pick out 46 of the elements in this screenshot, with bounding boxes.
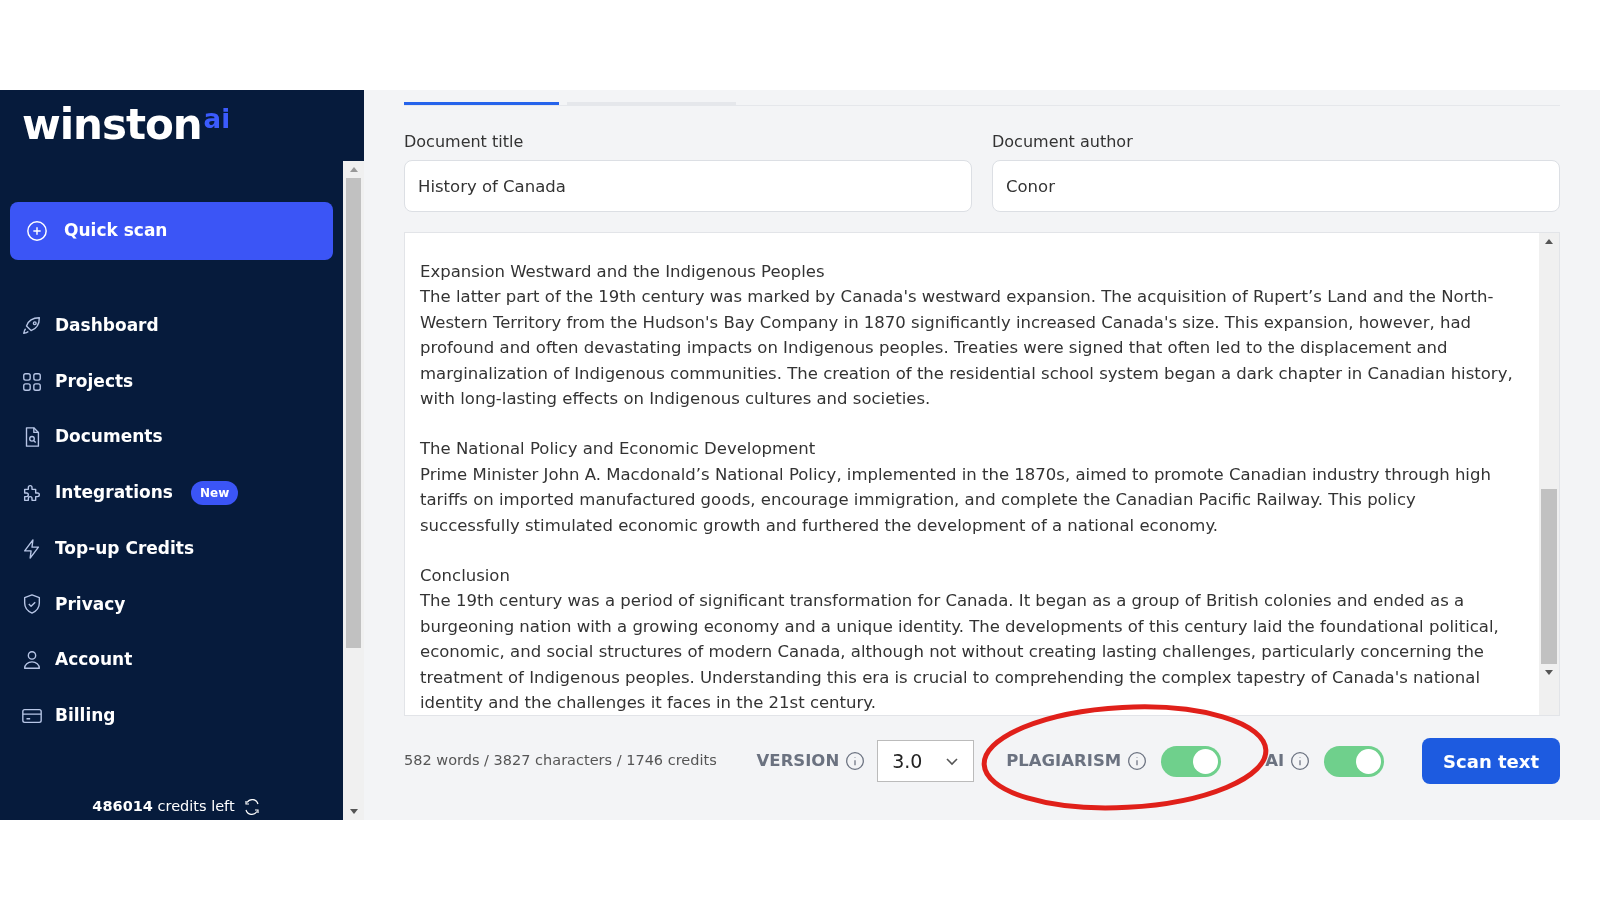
toggle-label: PLAGIARISM [1006, 749, 1122, 772]
nav-item[interactable]: Documents [0, 409, 343, 466]
toggle-label: AI [1265, 749, 1285, 772]
document-title-input[interactable]: History of Canada [404, 160, 972, 212]
nav-item[interactable]: Billing [0, 687, 343, 744]
info-icon[interactable] [1127, 751, 1148, 771]
section-paragraph: Prime Minister John A. Macdonald’s National Policy, implemented in the 1870s, aimed to promote Canadian industry through high tariffs on imported manufactured goods, encourage immigration, and complete the Canadian Pacific Railway. This policy successfully stimulated economic growth and furthered the development of a national economy. [420, 463, 1492, 537]
section-paragraph: The latter part of the 19th century was marked by Canada's westward expansion. The acquisition of Rupert’s Land and the North-Western Territory from the Hudson's Bay Company in 1870 significantly increased Canada's size. This expansion, however, had profound and often devastating impacts on Indigenous peoples. Treaties were signed that often led to the displacement and marginalization of Indigenous communities. The creation of the residential school system began a dark chapter in Canadian history, with long-lasting effects on Indigenous cultures and societies. [420, 286, 1514, 411]
version-label: VERSION [756, 749, 840, 772]
document-text-area[interactable] [404, 232, 1560, 716]
scroll-down-icon[interactable] [1545, 670, 1553, 675]
section-paragraph: The 19th century was a period of significant transformation for Canada. It began as a group of British colonies and ended as a burgeoning nation with a growing economy and a unique identity. The developments of this century laid the foundational political, economic, and social structures of modern Canada, although not without creating lasting challenges, particularly concerning the treatment of Indigenous peoples. Understanding this era is crucial to comprehending the complex tapestry of Canada's national identity and the challenges it faces in the 21st century. [420, 590, 1500, 715]
document-author-input[interactable]: Conor [992, 160, 1560, 212]
quick-scan-button[interactable]: Quick scan [10, 202, 333, 260]
info-icon[interactable] [845, 751, 866, 771]
new-badge: New [190, 480, 239, 505]
nav-item[interactable]: Privacy [0, 576, 343, 633]
section-heading: Expansion Westward and the Indigenous Peoples [420, 261, 826, 283]
scroll-up-icon[interactable] [1545, 239, 1553, 244]
word-count-text: 582 words / 3827 characters / 1746 credits [404, 751, 717, 771]
toggle-switch[interactable] [1161, 745, 1222, 777]
grid-icon [21, 370, 43, 393]
field-label: Document title [404, 131, 525, 153]
logo-wordmark: winston [22, 104, 202, 146]
logo-suffix: ai [203, 106, 231, 132]
info-icon[interactable] [1290, 751, 1311, 771]
nav-item[interactable]: Top-up Credits [0, 520, 343, 577]
text-scrollbar[interactable] [1539, 233, 1559, 715]
refresh-icon[interactable] [242, 798, 261, 817]
nav-item[interactable]: Integrations New [0, 465, 343, 521]
plus-circle-icon [26, 220, 48, 242]
scan-text-button[interactable]: Scan text [1422, 738, 1560, 784]
rocket-icon [21, 314, 43, 337]
field-label: Document author [992, 131, 1134, 153]
shield-check-icon [21, 593, 43, 616]
scroll-down-icon[interactable] [349, 809, 358, 814]
toggle-switch[interactable] [1324, 745, 1385, 777]
section-heading: The National Policy and Economic Development [420, 438, 817, 461]
version-select[interactable]: 3.0 [877, 740, 975, 782]
nav-item[interactable]: Account [0, 632, 343, 688]
nav-item[interactable]: Dashboard [0, 298, 343, 354]
credits-left-text: 486014 credits left [92, 797, 235, 817]
section-heading: Conclusion [420, 565, 511, 588]
nav-item[interactable]: Projects [0, 353, 343, 410]
sidebar-scrollbar[interactable] [343, 161, 364, 820]
user-icon [21, 648, 43, 671]
